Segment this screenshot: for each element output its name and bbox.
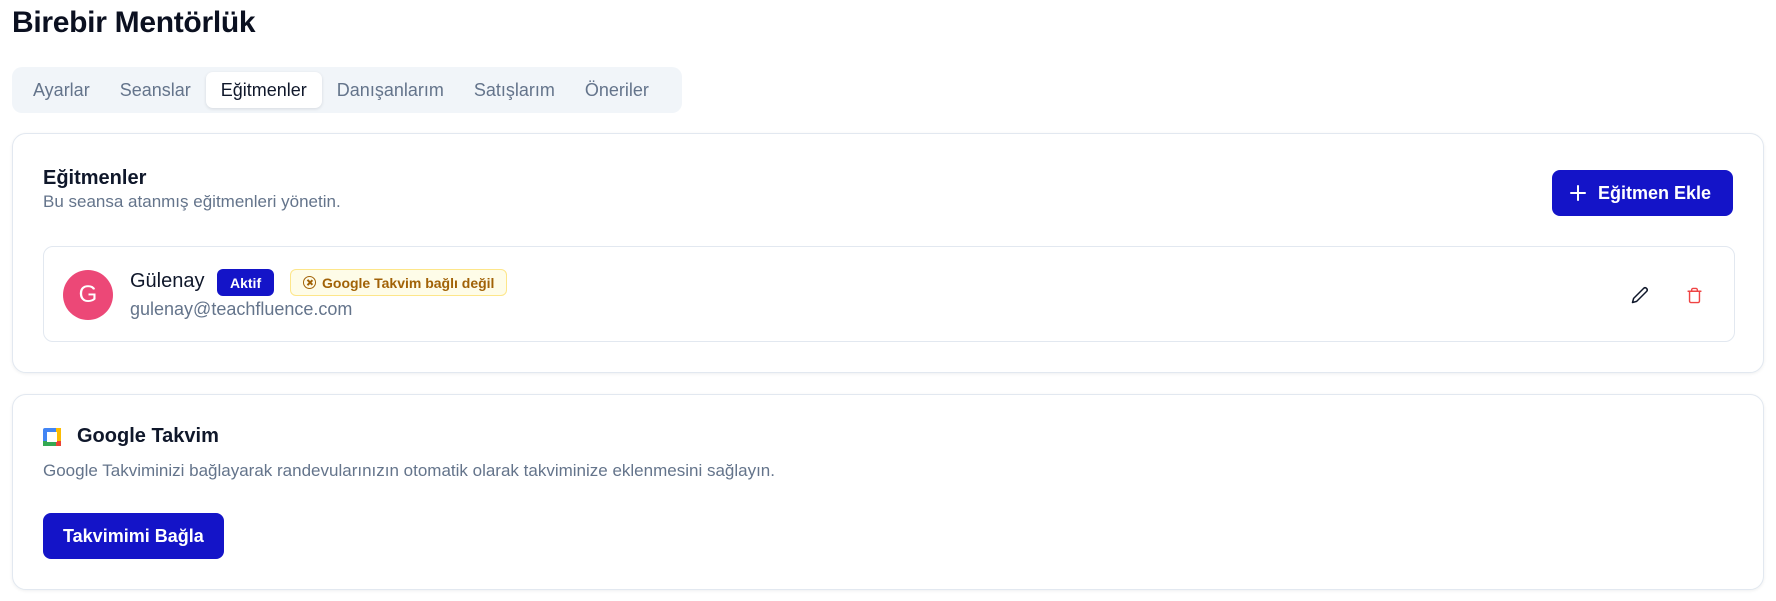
page-title: Birebir Mentörlük [12, 6, 256, 39]
tab-bar: Ayarlar Seanslar Eğitmenler Danışanlarım… [12, 67, 682, 113]
tab-ayarlar[interactable]: Ayarlar [18, 72, 105, 108]
connect-calendar-button[interactable]: Takvimimi Bağla [43, 513, 224, 559]
instructor-name: Gülenay [130, 270, 205, 292]
add-instructor-button[interactable]: Eğitmen Ekle [1551, 170, 1733, 216]
status-badge: Aktif [217, 269, 275, 296]
calendar-header: Google Takvim [43, 425, 219, 448]
calendar-title: Google Takvim [77, 425, 219, 447]
google-calendar-card: Google Takvim Google Takviminizi bağlaya… [12, 394, 1764, 590]
pencil-icon [1631, 287, 1648, 304]
tab-oneriler[interactable]: Öneriler [570, 72, 664, 108]
calendar-description: Google Takviminizi bağlayarak randevular… [43, 461, 775, 480]
instructor-email: gulenay@teachfluence.com [130, 299, 353, 319]
instructors-title: Eğitmenler [43, 167, 147, 189]
trash-icon [1686, 287, 1702, 303]
calendar-status-badge: Google Takvim bağlı değil [290, 269, 508, 296]
tab-egitmenler[interactable]: Eğitmenler [205, 72, 322, 108]
instructors-card: Eğitmenler Bu seansa atanmış eğitmenleri… [12, 133, 1764, 373]
edit-instructor-button[interactable] [1622, 277, 1658, 313]
plus-icon [1569, 185, 1586, 201]
instructors-description: Bu seansa atanmış eğitmenleri yönetin. [43, 192, 341, 211]
tab-seanslar[interactable]: Seanslar [105, 72, 206, 108]
google-calendar-icon [43, 427, 61, 446]
x-circle-icon [303, 276, 316, 289]
add-instructor-label: Eğitmen Ekle [1597, 182, 1711, 203]
instructor-row: G Gülenay Aktif Google Takvim bağlı deği… [43, 246, 1735, 342]
avatar: G [63, 270, 113, 320]
tab-danisanlarim[interactable]: Danışanlarım [322, 72, 459, 108]
calendar-status-label: Google Takvim bağlı değil [322, 274, 495, 291]
delete-instructor-button[interactable] [1676, 277, 1712, 313]
tab-satislarim[interactable]: Satışlarım [459, 72, 570, 108]
